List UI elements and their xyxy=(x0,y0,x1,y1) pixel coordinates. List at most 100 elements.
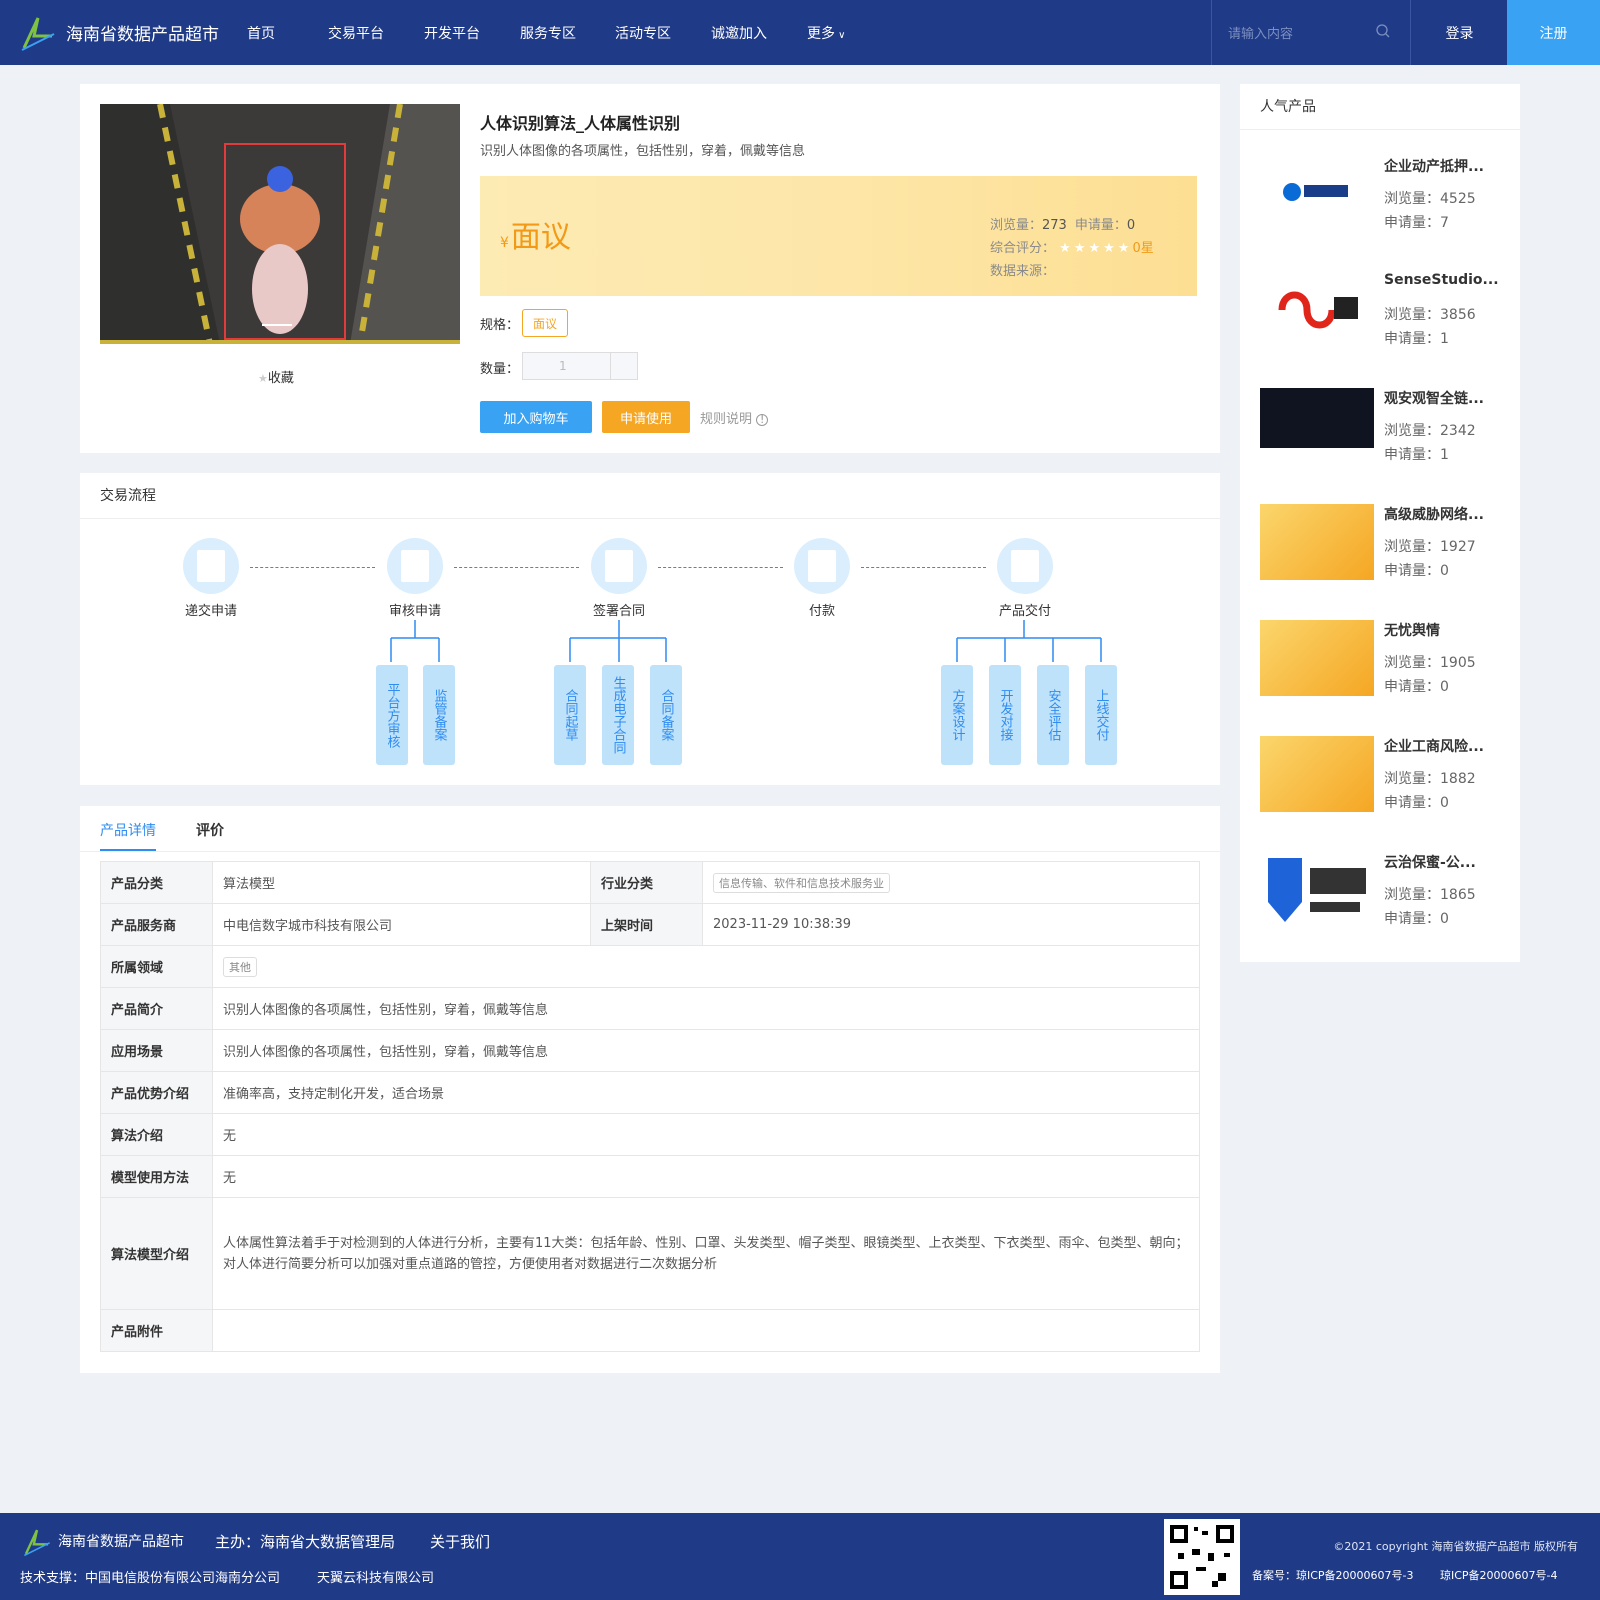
product-thumbnail xyxy=(1260,272,1374,348)
site-logo[interactable]: 海南省数据产品超市 xyxy=(20,14,247,52)
qty-label: 数量： xyxy=(480,362,520,377)
cell-value xyxy=(212,1309,1200,1352)
details-table: 产品分类 算法模型 行业分类 信息传输、软件和信息技术服务业 产品服务商 中电信… xyxy=(100,861,1200,1352)
product-stats: 浏览量：273 申请量：0 综合评分： ★★★★★0星 数据来源： xyxy=(990,214,1154,283)
nav-activity[interactable]: 活动专区 xyxy=(615,23,671,43)
domain-tag: 其他 xyxy=(223,956,257,977)
apply-use-button[interactable]: 申请使用 xyxy=(602,401,690,433)
step-label: 递交申请 xyxy=(184,604,237,619)
cell-value: 识别人体图像的各项属性，包括性别，穿着，佩戴等信息 xyxy=(212,1029,1200,1072)
nav-more-label: 更多 xyxy=(807,25,835,42)
popular-item[interactable]: 高级威胁网络... 浏览量：1927 申请量：0 xyxy=(1260,504,1500,584)
cell-key: 产品简介 xyxy=(100,987,213,1030)
table-row: 产品附件 xyxy=(100,1309,1200,1352)
step-submit: 递交申请 xyxy=(171,538,251,619)
source-label: 数据来源： xyxy=(990,264,1056,279)
nav-more[interactable]: 更多 ∨ xyxy=(807,23,846,43)
table-row: 产品分类 算法模型 行业分类 信息传输、软件和信息技术服务业 xyxy=(100,861,1200,904)
spec-option[interactable]: 面议 xyxy=(522,309,568,337)
flow-arrow xyxy=(658,567,783,568)
apply-label: 申请量： xyxy=(1074,218,1127,233)
popular-products-panel: 人气产品 企业动产抵押... 浏览量：4525 申请量：7 SenseStudi… xyxy=(1240,84,1520,962)
popular-item[interactable]: 企业工商风险... 浏览量：1882 申请量：0 xyxy=(1260,736,1500,816)
product-views: 浏览量：1927 xyxy=(1384,539,1476,555)
cell-key: 行业分类 xyxy=(590,861,703,904)
substep-contract-draft: 合同起草 xyxy=(554,665,586,765)
cell-key: 模型使用方法 xyxy=(100,1155,213,1198)
login-button[interactable]: 登录 xyxy=(1412,0,1507,65)
popular-item[interactable]: SenseStudio... 浏览量：3856 申请量：1 xyxy=(1260,272,1500,352)
copyright: ©2021 copyright 海南省数据产品超市 版权所有 xyxy=(1333,1540,1578,1553)
nav-dev[interactable]: 开发平台 xyxy=(424,23,480,43)
flow-arrow xyxy=(454,567,579,568)
product-name: 企业动产抵押... xyxy=(1384,159,1484,175)
register-button[interactable]: 注册 xyxy=(1507,0,1600,65)
rating-value: 0星 xyxy=(1132,241,1154,256)
divider xyxy=(80,518,1220,519)
product-views: 浏览量：1865 xyxy=(1384,887,1476,903)
cell-key: 上架时间 xyxy=(590,903,703,946)
tab-product-details[interactable]: 产品详情 xyxy=(100,806,156,851)
search-icon[interactable] xyxy=(1376,23,1390,42)
quantity-step-buttons[interactable] xyxy=(610,353,638,379)
submit-doc-icon xyxy=(183,538,239,594)
product-views: 浏览量：1905 xyxy=(1384,655,1476,671)
cell-key: 应用场景 xyxy=(100,1029,213,1072)
product-thumbnail xyxy=(1260,852,1374,928)
sidebar-title: 人气产品 xyxy=(1260,99,1316,115)
flow-arrow xyxy=(861,567,986,568)
product-name: 无忧舆情 xyxy=(1384,623,1440,639)
popular-item[interactable]: 无忧舆情 浏览量：1905 申请量：0 xyxy=(1260,620,1500,700)
nav-join[interactable]: 诚邀加入 xyxy=(711,23,767,43)
product-applies: 申请量：7 xyxy=(1384,215,1449,231)
icp-record-1[interactable]: 备案号：琼ICP备20000607号-3 xyxy=(1252,1567,1414,1583)
popular-item[interactable]: 企业动产抵押... 浏览量：4525 申请量：7 xyxy=(1260,156,1500,236)
popular-item[interactable]: 观安观智全链... 浏览量：2342 申请量：1 xyxy=(1260,388,1500,468)
views-value: 273 xyxy=(1042,218,1067,233)
table-row: 应用场景 识别人体图像的各项属性，包括性别，穿着，佩戴等信息 xyxy=(100,1029,1200,1072)
tab-reviews[interactable]: 评价 xyxy=(196,806,224,851)
icp-record-2[interactable]: 琼ICP备20000607号-4 xyxy=(1440,1567,1558,1583)
cell-key: 产品优势介绍 xyxy=(100,1071,213,1114)
step-label: 签署合同 xyxy=(592,604,645,619)
views-label: 浏览量： xyxy=(990,218,1043,233)
cell-value: 人体属性算法着手于对检测到的人体进行分析，主要有11大类：包括年龄、性别、口罩、… xyxy=(212,1197,1200,1310)
star-icon: ★ xyxy=(258,372,268,385)
delivery-doc-icon xyxy=(997,538,1053,594)
table-row: 模型使用方法 无 xyxy=(100,1155,1200,1198)
favorite-label: 收藏 xyxy=(267,371,294,386)
site-footer: 海南省数据产品超市 主办：海南省大数据管理局 关于我们 技术支撑：中国电信股份有… xyxy=(0,1513,1600,1600)
qr-code-icon xyxy=(1164,1519,1240,1595)
product-name: 观安观智全链... xyxy=(1384,391,1484,407)
add-to-cart-button[interactable]: 加入购物车 xyxy=(480,401,592,433)
info-icon: ! xyxy=(756,414,769,426)
table-row: 产品简介 识别人体图像的各项属性，包括性别，穿着，佩戴等信息 xyxy=(100,987,1200,1030)
table-row: 算法介绍 无 xyxy=(100,1113,1200,1156)
cell-value: 准确率高，支持定制化开发，适合场景 xyxy=(212,1071,1200,1114)
popular-item[interactable]: 云治保蜜-公... 浏览量：1865 申请量：0 xyxy=(1260,852,1500,932)
favorite-button[interactable]: ★收藏 xyxy=(258,367,294,386)
product-applies: 申请量：0 xyxy=(1384,563,1449,579)
product-panel: ★收藏 人体识别算法_人体属性识别 识别人体图像的各项属性，包括性别，穿着，佩戴… xyxy=(80,84,1220,453)
table-row: 产品服务商 中电信数字城市科技有限公司 上架时间 2023-11-29 10:3… xyxy=(100,903,1200,946)
nav-home[interactable]: 首页 xyxy=(247,23,275,43)
nav-trade[interactable]: 交易平台 xyxy=(328,23,384,43)
about-us-link[interactable]: 关于我们 xyxy=(430,1531,490,1552)
detail-tabs: 产品详情 评价 xyxy=(100,806,264,851)
product-applies: 申请量：1 xyxy=(1384,331,1449,347)
rules-link[interactable]: 规则说明 ! xyxy=(700,408,769,427)
price: ¥面议 xyxy=(500,212,571,256)
step-label: 审核申请 xyxy=(388,604,441,619)
product-subtitle: 识别人体图像的各项属性，包括性别，穿着，佩戴等信息 xyxy=(480,144,806,159)
search-input[interactable]: 请输入内容 xyxy=(1211,0,1411,65)
table-row: 产品优势介绍 准确率高，支持定制化开发，适合场景 xyxy=(100,1071,1200,1114)
quantity-stepper[interactable]: 1 xyxy=(522,352,638,380)
product-views: 浏览量：2342 xyxy=(1384,423,1476,439)
step-payment: 付款 xyxy=(782,538,862,619)
product-thumbnail xyxy=(1260,736,1374,812)
site-name: 海南省数据产品超市 xyxy=(66,25,219,45)
cell-key: 产品服务商 xyxy=(100,903,213,946)
cell-value: 2023-11-29 10:38:39 xyxy=(702,903,1200,946)
nav-service[interactable]: 服务专区 xyxy=(520,23,576,43)
divider xyxy=(1240,129,1520,130)
